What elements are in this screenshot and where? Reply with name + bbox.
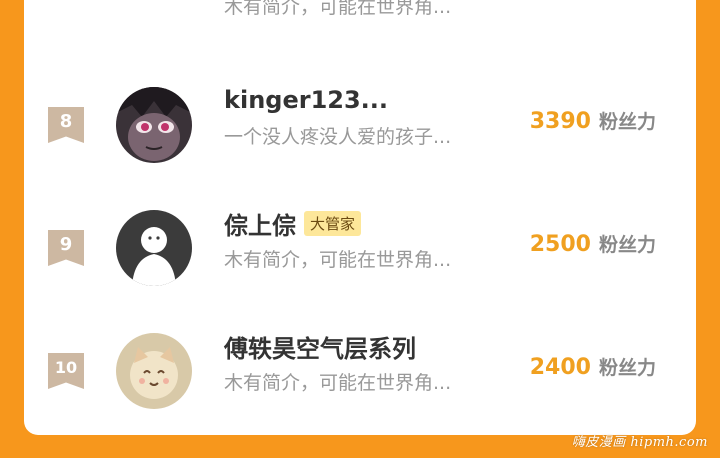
user-name[interactable]: 傅轶昊空气层系列: [224, 329, 416, 364]
avatar[interactable]: [116, 210, 192, 286]
name-line: 倧上倧 大管家: [224, 206, 362, 241]
fan-power-score: 2400 粉丝力: [530, 353, 656, 383]
fan-power-score: 3390 粉丝力: [530, 107, 656, 137]
fan-ranking-card: 木有简介，可能在世界角... 8 kinger123... 一个没人疼没人爱的孩…: [24, 0, 696, 435]
name-line: kinger123...: [224, 85, 388, 115]
score-value: 2400: [529, 355, 591, 380]
avatar[interactable]: [116, 87, 192, 163]
ranking-row[interactable]: 8 kinger123... 一个没人疼没人爱的孩子... 3390 粉丝力: [24, 85, 696, 165]
user-bio: 木有简介，可能在世界角...: [224, 0, 452, 18]
user-bio: 木有简介，可能在世界角...: [224, 372, 452, 394]
score-unit: 粉丝力: [598, 357, 656, 379]
user-bio: 一个没人疼没人爱的孩子...: [224, 126, 452, 148]
role-tag: 大管家: [304, 210, 362, 236]
rank-badge: 10: [48, 353, 84, 389]
score-unit: 粉丝力: [598, 234, 656, 256]
user-name[interactable]: kinger123...: [224, 86, 388, 114]
score-value: 3390: [529, 109, 591, 134]
site-watermark: 嗨皮漫画 hipmh.com: [571, 435, 708, 450]
ranking-row[interactable]: 9 倧上倧 大管家 木有简介，可能在世界角... 2500 粉丝力: [24, 208, 696, 288]
fan-power-score: 2500 粉丝力: [530, 230, 656, 260]
ranking-row[interactable]: 10 傅轶昊空气层系列 木有简介，可能在世界角... 2400 粉丝力: [24, 331, 696, 411]
user-bio: 木有简介，可能在世界角...: [224, 249, 452, 271]
rank-badge: 9: [48, 230, 84, 266]
score-value: 2500: [529, 232, 591, 257]
score-unit: 粉丝力: [598, 111, 656, 133]
avatar[interactable]: [116, 333, 192, 409]
name-line: 傅轶昊空气层系列: [224, 329, 416, 364]
rank-badge: 8: [48, 107, 84, 143]
user-name[interactable]: 倧上倧: [224, 206, 296, 241]
